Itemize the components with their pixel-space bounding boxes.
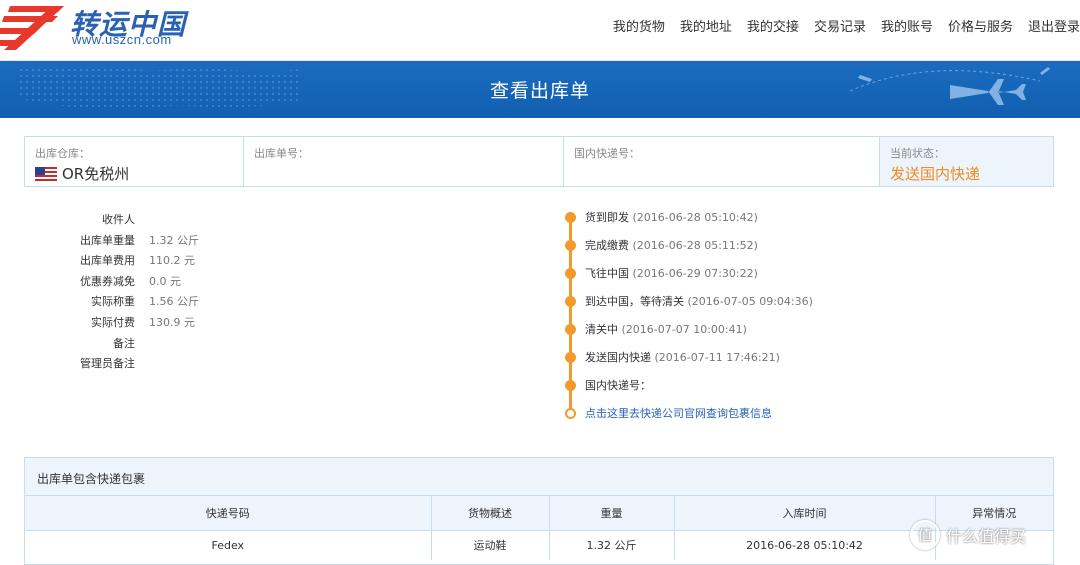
order-no-label: 出库单号： [254, 147, 309, 160]
timeline-dot-icon [565, 379, 576, 391]
info-key: 备注 [113, 336, 135, 350]
current-state-cell: 当前状态： 发送国内快递 [880, 137, 1053, 186]
info-value: 0.0 元 [149, 274, 181, 288]
table-row: Fedex 运动鞋 1.32 公斤 2016-06-28 05:10:42 [25, 530, 1053, 560]
timeline-item: 飞往中国 (2016-06-29 07:30:22) [565, 266, 758, 280]
info-row-order-fee: 出库单费用 110.2 元 [60, 251, 199, 272]
current-state-label: 当前状态： [890, 147, 945, 160]
timeline-time: (2016-06-29 07:30:22) [632, 267, 758, 280]
nav-transactions[interactable]: 交易记录 [814, 16, 866, 35]
timeline-item: 完成缴费 (2016-06-28 05:11:52) [565, 238, 758, 252]
watermark: 值 什么值得买 [910, 520, 1026, 550]
info-value: 110.2 元 [149, 254, 195, 268]
timeline-dot-icon [565, 267, 576, 279]
timeline-dot-icon [565, 211, 576, 223]
info-row-remark: 备注 [60, 334, 199, 355]
logo-mark-icon [0, 6, 64, 50]
info-key: 实际称重 [91, 295, 135, 309]
timeline-dot-icon [565, 295, 576, 307]
warehouse-value: OR免税州 [62, 165, 130, 183]
site-logo[interactable]: 转运中国 www.uszcn.com [0, 0, 230, 58]
info-row-actual-weight: 实际称重 1.56 公斤 [60, 292, 199, 313]
info-value: 130.9 元 [149, 315, 195, 329]
nav-my-address[interactable]: 我的地址 [680, 16, 732, 35]
logo-url: www.uszcn.com [72, 32, 172, 47]
col-inbound-time: 入库时间 [674, 496, 936, 531]
timeline-time: (2016-07-11 17:46:21) [654, 351, 780, 364]
info-key: 实际付费 [91, 315, 135, 329]
timeline-label: 到达中国，等待清关 [585, 295, 684, 308]
warehouse-cell: 出库仓库： OR免税州 [25, 137, 244, 186]
us-flag-icon [35, 166, 57, 181]
table-header-row: 快递号码 货物概述 重量 入库时间 异常情况 [25, 496, 1053, 531]
order-info-list: 收件人 出库单重量 1.32 公斤 出库单费用 110.2 元 优惠券减免 0.… [60, 210, 199, 375]
page-banner: 查看出库单 [0, 61, 1080, 118]
timeline-label: 清关中 [585, 323, 618, 336]
timeline-label: 完成缴费 [585, 239, 629, 252]
nav-my-account[interactable]: 我的账号 [881, 16, 933, 35]
info-key: 出库单费用 [80, 254, 135, 268]
order-no-cell: 出库单号： [244, 137, 564, 186]
timeline-dot-icon [565, 351, 576, 363]
page-title: 查看出库单 [489, 80, 590, 102]
current-state-value: 发送国内快递 [890, 165, 981, 183]
timeline-item: 货到即发 (2016-06-28 05:10:42) [565, 210, 758, 224]
info-key: 管理员备注 [80, 357, 135, 371]
timeline-dot-icon [565, 323, 576, 335]
main-nav: 我的货物 我的地址 我的交接 交易记录 我的账号 价格与服务 退出登录 [598, 16, 1080, 35]
info-row-admin-remark: 管理员备注 [60, 354, 199, 375]
shipping-timeline: 货到即发 (2016-06-28 05:10:42) 完成缴费 (2016-06… [565, 203, 945, 423]
timeline-time: (2016-07-07 10:00:41) [621, 323, 747, 336]
top-bar: 转运中国 www.uszcn.com 我的货物 我的地址 我的交接 交易记录 我… [0, 0, 1080, 61]
timeline-item: 国内快递号： [565, 378, 651, 392]
timeline-label: 发送国内快递 [585, 351, 651, 364]
timeline-item-link: 点击这里去快递公司官网查询包裹信息 [565, 406, 772, 420]
packages-panel: 出库单包含快递包裹 快递号码 货物概述 重量 入库时间 异常情况 Fedex 运… [24, 457, 1054, 565]
cell-weight: 1.32 公斤 [549, 530, 675, 560]
info-key: 优惠券减免 [80, 274, 135, 288]
info-key: 收件人 [102, 213, 135, 226]
packages-title: 出库单包含快递包裹 [25, 458, 1053, 496]
timeline-label: 货到即发 [585, 211, 629, 224]
domestic-no-cell: 国内快递号： [564, 137, 880, 186]
timeline-time: (2016-06-28 05:10:42) [632, 211, 758, 224]
info-row-recipient: 收件人 [60, 210, 199, 231]
timeline-label: 飞往中国 [585, 267, 629, 280]
courier-tracking-link[interactable]: 点击这里去快递公司官网查询包裹信息 [585, 405, 772, 421]
cell-tracking-no: Fedex [25, 530, 432, 560]
nav-my-goods[interactable]: 我的货物 [613, 16, 665, 35]
info-row-order-weight: 出库单重量 1.32 公斤 [60, 231, 199, 252]
warehouse-label: 出库仓库： [35, 147, 90, 160]
warehouse-value-wrap: OR免税州 [35, 163, 233, 184]
timeline-end-dot-icon [565, 407, 576, 419]
nav-pricing[interactable]: 价格与服务 [948, 16, 1013, 35]
cell-goods-summary: 运动鞋 [431, 530, 550, 560]
timeline-time: (2016-06-28 05:11:52) [632, 239, 758, 252]
domestic-no-label: 国内快递号： [574, 147, 640, 160]
info-row-actual-paid: 实际付费 130.9 元 [60, 313, 199, 334]
nav-logout[interactable]: 退出登录 [1028, 16, 1080, 35]
timeline-dot-icon [565, 239, 576, 251]
col-tracking-no: 快递号码 [25, 496, 432, 531]
col-goods-summary: 货物概述 [431, 496, 550, 531]
watermark-logo-icon: 值 [910, 520, 940, 550]
info-value: 1.56 公斤 [149, 295, 199, 309]
col-weight: 重量 [549, 496, 675, 531]
nav-my-handover[interactable]: 我的交接 [747, 16, 799, 35]
order-status-row: 出库仓库： OR免税州 出库单号： 国内快递号： 当前状态： 发送国内快递 [24, 136, 1054, 187]
timeline-item: 发送国内快递 (2016-07-11 17:46:21) [565, 350, 780, 364]
info-row-coupon: 优惠券减免 0.0 元 [60, 272, 199, 293]
timeline-label: 国内快递号： [585, 379, 651, 392]
info-value: 1.32 公斤 [149, 233, 199, 247]
cell-inbound-time: 2016-06-28 05:10:42 [674, 530, 936, 560]
timeline-time: (2016-07-05 09:04:36) [687, 295, 813, 308]
timeline-item: 到达中国，等待清关 (2016-07-05 09:04:36) [565, 294, 813, 308]
timeline-item: 清关中 (2016-07-07 10:00:41) [565, 322, 747, 336]
watermark-text: 什么值得买 [946, 527, 1027, 546]
info-key: 出库单重量 [80, 233, 135, 247]
packages-table: 快递号码 货物概述 重量 入库时间 异常情况 Fedex 运动鞋 1.32 公斤… [25, 496, 1053, 560]
